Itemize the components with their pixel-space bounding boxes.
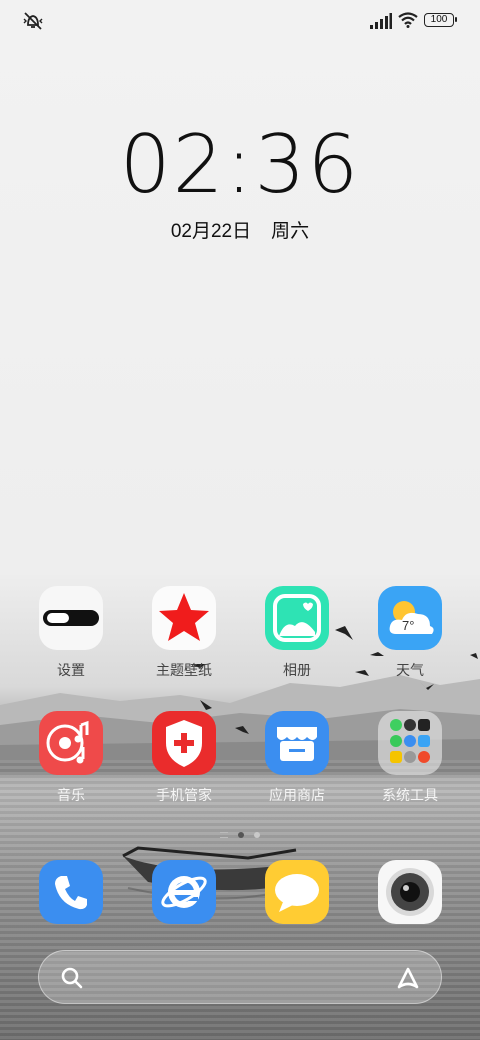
- star-icon: [152, 586, 216, 650]
- page-dot[interactable]: [254, 831, 260, 838]
- app-music[interactable]: 音乐: [23, 711, 119, 805]
- app-label: 系统工具: [382, 787, 438, 803]
- app-settings[interactable]: 设置: [23, 586, 119, 680]
- store-icon: [265, 711, 329, 775]
- app-store[interactable]: 应用商店: [249, 711, 345, 805]
- app-label: 设置: [57, 662, 85, 678]
- app-gallery[interactable]: 相册: [249, 586, 345, 680]
- app-label: 应用商店: [269, 787, 325, 803]
- page-dot-current[interactable]: [238, 831, 244, 838]
- camera-lens-icon: [378, 860, 442, 924]
- settings-toggle-icon: [39, 586, 103, 650]
- clock-date[interactable]: 02月22日 周六: [0, 216, 480, 243]
- app-phone-manager[interactable]: 手机管家: [136, 711, 232, 805]
- app-label: 手机管家: [156, 787, 212, 803]
- app-label: 天气: [396, 662, 424, 678]
- app-label: 音乐: [57, 787, 85, 803]
- phone-icon: [39, 860, 103, 924]
- dock-camera[interactable]: [362, 860, 458, 924]
- page-dot-minus-one[interactable]: [220, 831, 228, 838]
- mute-vibrate-icon: [23, 12, 43, 30]
- photo-heart-icon: [265, 586, 329, 650]
- signal-icon: [370, 13, 392, 29]
- search-icon: [61, 967, 83, 989]
- music-disc-icon: [39, 711, 103, 775]
- app-label: 主题壁纸: [156, 662, 212, 678]
- weather-temp: 7°: [402, 618, 415, 633]
- dock-messages[interactable]: [249, 860, 345, 924]
- folder-icon: [378, 711, 442, 775]
- date-text: 02月22日: [170, 221, 252, 242]
- app-weather[interactable]: 7° 天气: [362, 586, 458, 680]
- assistant-icon[interactable]: [393, 963, 423, 993]
- shield-plus-icon: [152, 711, 216, 775]
- page-indicator[interactable]: [0, 826, 480, 844]
- dock-browser[interactable]: [136, 860, 232, 924]
- browser-e-icon: [152, 860, 216, 924]
- app-label: 相册: [283, 662, 311, 678]
- weekday-text: 周六: [271, 221, 310, 242]
- search-bar[interactable]: [38, 950, 442, 1004]
- clock-time[interactable]: 02:36: [0, 118, 480, 211]
- dock-phone[interactable]: [23, 860, 119, 924]
- battery-icon: 100: [424, 13, 457, 27]
- weather-icon: 7°: [378, 586, 442, 650]
- status-bar: 100: [0, 10, 480, 32]
- app-themes[interactable]: 主题壁纸: [136, 586, 232, 680]
- message-bubble-icon: [265, 860, 329, 924]
- app-folder-system-tools[interactable]: 系统工具: [362, 711, 458, 805]
- wifi-icon: [398, 12, 418, 28]
